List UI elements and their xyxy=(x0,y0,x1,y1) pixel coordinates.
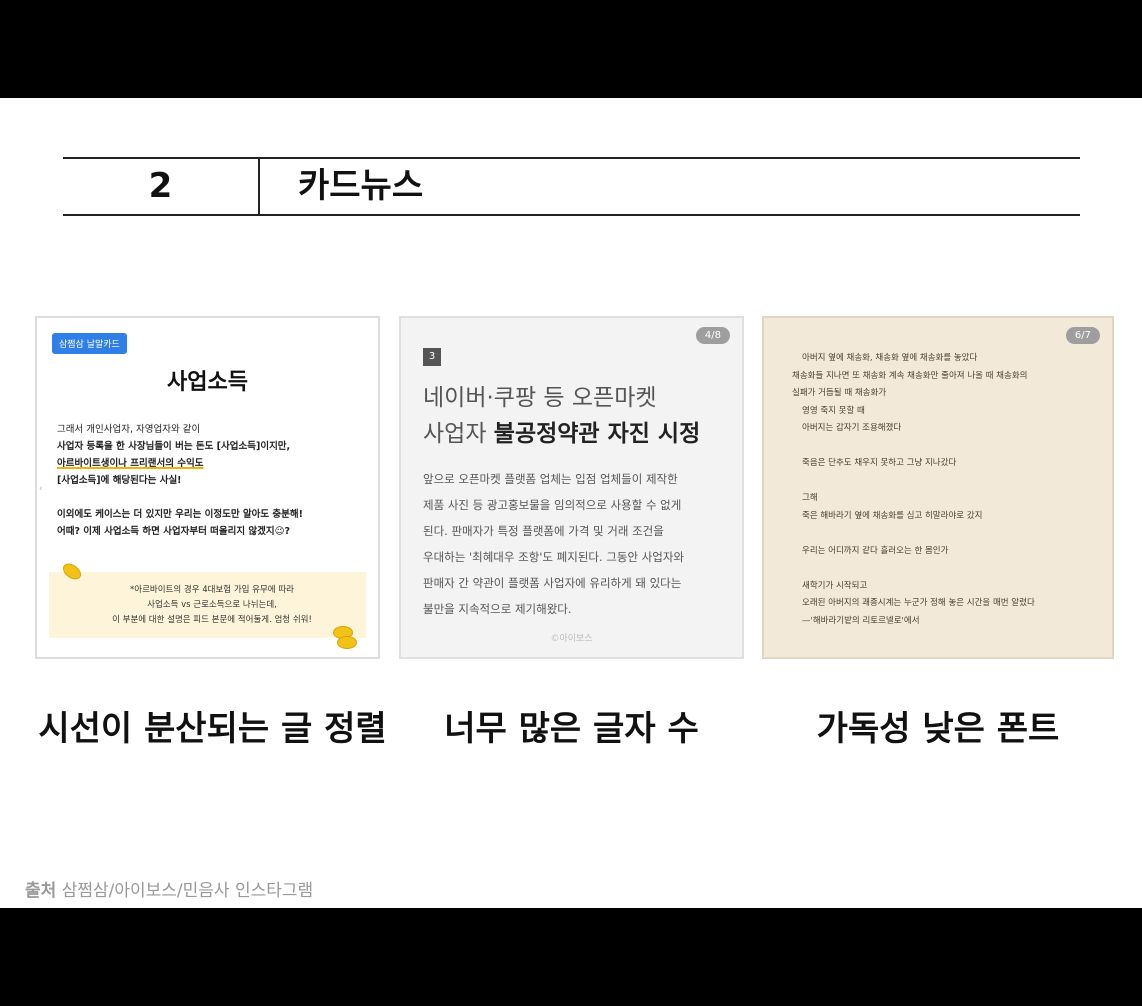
poem-line: 아버지 옆에 채송화, 채송화 옆에 채송화를 놓았다 xyxy=(802,353,978,363)
card-business-income: 삼쩜삼 날말카드 사업소득 ‹ 그래서 개인사업자, 자영업자와 같이 사업자 … xyxy=(35,316,380,659)
body-line: 사업자 등록을 한 사장님들이 버는 돈도 [사업소득]이지만, xyxy=(57,441,291,452)
body-line xyxy=(57,489,362,506)
body-line: 앞으로 오픈마켓 플랫폼 업체는 입점 업체들이 제작한 xyxy=(423,472,678,486)
body-line: 된다. 판매자가 특정 플랫폼에 가격 및 거래 조건을 xyxy=(423,524,664,538)
card-title: 사업소득 xyxy=(167,370,248,395)
section-number: 2 xyxy=(148,166,173,206)
section-title: 카드뉴스 xyxy=(298,166,424,206)
body-line: 판매자 간 약관이 플랫폼 사업자에 유리하게 돼 있다는 xyxy=(423,576,682,590)
note-text: *아르바이트의 경우 4대보험 가입 유무에 따라 사업소득 vs 근로소득으로… xyxy=(77,583,347,628)
poem-line xyxy=(792,560,1092,578)
poem-line: 실패가 거듭될 때 채송화가 xyxy=(792,388,887,398)
headline-bold: 불공정약관 자진 시정 xyxy=(493,421,701,447)
card-badge: 삼쩜삼 날말카드 xyxy=(52,333,127,354)
page-indicator: 4/8 xyxy=(695,327,730,344)
poem-line: 우리는 어디까지 같다 흘러오는 한 몸인가 xyxy=(802,545,949,556)
header-divider xyxy=(258,159,260,214)
headline-plain: 사업자 xyxy=(423,421,494,447)
card-open-market: 4/8 3 네이버·쿠팡 등 오픈마켓 사업자 불공정약관 자진 시정 앞으로 … xyxy=(399,316,744,659)
caption-low-readability-font: 가독성 낮은 폰트 xyxy=(816,709,1060,749)
poem-line xyxy=(792,438,1092,456)
item-number: 3 xyxy=(423,348,441,366)
poem-line: 아버지는 갑자기 조용해졌다 xyxy=(802,423,902,433)
poem-line xyxy=(792,525,1092,543)
body-line: 불만을 지속적으로 제기해왔다. xyxy=(423,602,572,616)
body-line: 어때? 이제 사업소득 하면 사업자부터 떠올리지 않겠지😉? xyxy=(57,526,291,537)
poem-line: 죽은 해바라기 옆에 채송화를 심고 히말라야로 갔지 xyxy=(802,510,983,521)
poem-line: —'해바라기밭의 리토르넬로'에서 xyxy=(802,615,920,626)
headline-line-1: 네이버·쿠팡 등 오픈마켓 xyxy=(423,385,657,411)
body-line: 이외에도 케이스는 더 있지만 우리는 이정도만 알아도 충분해! xyxy=(57,509,303,520)
poem-line: 오래된 아버지의 괘종시계는 누군가 정해 놓은 시간을 매번 알렸다 xyxy=(802,598,1035,608)
source-text: 삼쩜삼/아이보스/민음사 인스타그램 xyxy=(61,881,314,901)
poem-body: 아버지 옆에 채송화, 채송화 옆에 채송화를 놓았다 채송화들 지나면 또 채… xyxy=(792,350,1092,630)
poem-line: 영영 죽지 못할 때 xyxy=(802,405,865,416)
note-line: 사업소득 vs 근로소득으로 나뉘는데, xyxy=(147,600,277,610)
note-line: *아르바이트의 경우 4대보험 가입 유무에 따라 xyxy=(130,585,294,595)
caption-scattered-alignment: 시선이 분산되는 글 정렬 xyxy=(38,709,387,749)
chevron-left-icon: ‹ xyxy=(39,484,43,494)
slide: 2 카드뉴스 삼쩜삼 날말카드 사업소득 ‹ 그래서 개인사업자, 자영업자와 … xyxy=(0,98,1142,908)
body-line: [사업소득]에 해당된다는 사실! xyxy=(57,475,182,486)
poem-line: 새학기가 시작되고 xyxy=(802,580,868,591)
page-indicator: 6/7 xyxy=(1065,327,1100,344)
caption-too-much-text: 너무 많은 글자 수 xyxy=(444,709,699,749)
note-line: 이 부분에 대한 설명은 피드 본문에 적어둘게. 엄청 쉬워! xyxy=(112,615,312,625)
source-credit: 출처 삼쩜삼/아이보스/민음사 인스타그램 xyxy=(25,876,313,901)
card-poem: 6/7 아버지 옆에 채송화, 채송화 옆에 채송화를 놓았다 채송화들 지나면… xyxy=(762,316,1114,659)
poem-line xyxy=(792,473,1092,491)
poem-line: 그해 xyxy=(802,493,818,503)
body-line: 그래서 개인사업자, 자영업자와 같이 xyxy=(57,424,201,435)
body-line-highlight: 아르바이트생이나 프리랜서의 수익도 xyxy=(57,458,204,469)
card-source: ©아이보스 xyxy=(550,634,593,644)
source-label: 출처 xyxy=(25,881,57,901)
poem-line: 채송화들 지나면 또 채송화 계속 채송화만 줄아져 나올 때 채송화의 xyxy=(792,370,1028,381)
body-line: 제품 사진 등 광고홍보물을 임의적으로 사용할 수 없게 xyxy=(423,498,682,512)
body-line: 우대하는 '최혜대우 조항'도 폐지된다. 그동안 사업자와 xyxy=(423,550,685,564)
header-bottom-rule xyxy=(63,214,1080,216)
coin-icon xyxy=(337,636,357,649)
poem-line: 죽음은 단추도 채우지 못하고 그냥 지나갔다 xyxy=(802,458,957,468)
headline-line-2: 사업자 불공정약관 자진 시정 xyxy=(423,414,700,448)
card-body: 앞으로 오픈마켓 플랫폼 업체는 입점 업체들이 제작한 제품 사진 등 광고홍… xyxy=(423,466,728,622)
card-body: 그래서 개인사업자, 자영업자와 같이 사업자 등록을 한 사장님들이 버는 돈… xyxy=(57,421,362,540)
